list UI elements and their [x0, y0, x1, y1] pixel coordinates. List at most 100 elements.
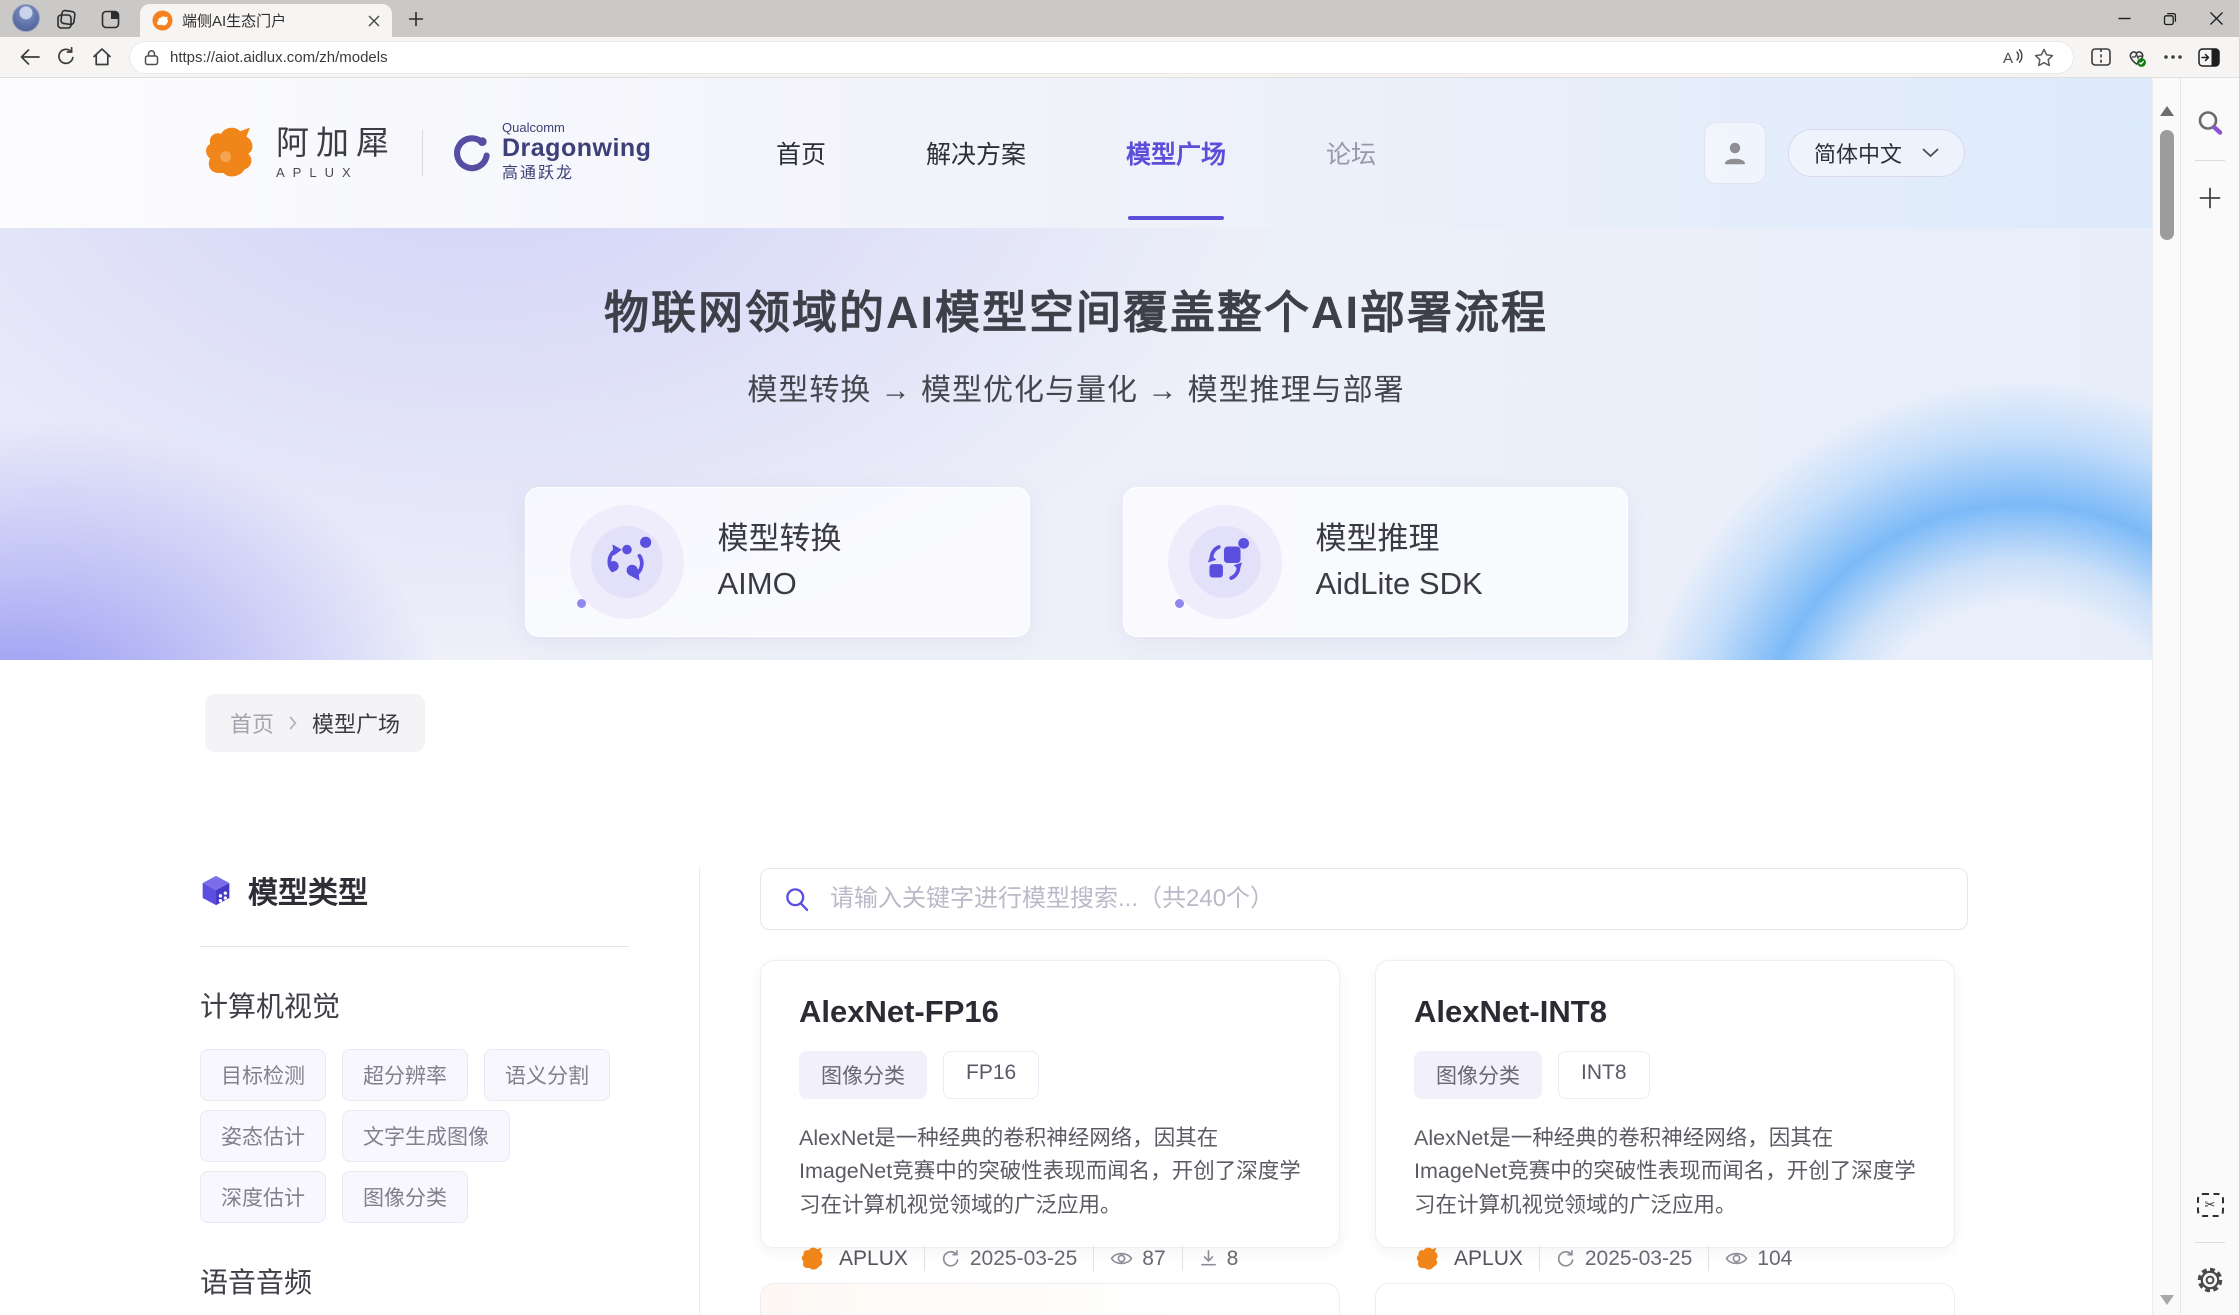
- filter-tag[interactable]: 图像分类: [342, 1171, 468, 1223]
- hero-card-model-inference[interactable]: 模型推理 AidLite SDK: [1123, 487, 1628, 637]
- model-views: 104: [1757, 1247, 1792, 1271]
- model-category-tag[interactable]: 图像分类: [1414, 1051, 1542, 1099]
- site-header: 阿加犀 APLUX Qualcomm Dragonwing: [0, 78, 2152, 228]
- read-aloud-icon[interactable]: A: [1999, 44, 2029, 70]
- settings-more-icon[interactable]: [2155, 41, 2191, 73]
- back-button[interactable]: [12, 41, 48, 73]
- dragonwing-logo[interactable]: Qualcomm Dragonwing 高通跃龙: [449, 121, 651, 185]
- refresh-button[interactable]: [48, 41, 84, 73]
- breadcrumb-chevron-icon: [289, 716, 297, 730]
- model-search-bar[interactable]: [760, 868, 1968, 930]
- views-icon: [1110, 1250, 1133, 1267]
- rail-settings-gear-icon[interactable]: [2191, 1261, 2229, 1299]
- sidebar-toggle-icon[interactable]: [2191, 41, 2227, 73]
- page-scrollbar[interactable]: [2152, 78, 2180, 1315]
- tab-actions-icon[interactable]: [98, 7, 122, 31]
- hero-card-model-conversion[interactable]: 模型转换 AIMO: [525, 487, 1030, 637]
- filter-tag[interactable]: 姿态估计: [200, 1110, 326, 1162]
- qualcomm-label: Qualcomm: [502, 121, 651, 134]
- sidebar-section-audio: 语音音频: [200, 1261, 629, 1301]
- model-format-tag[interactable]: FP16: [943, 1051, 1039, 1099]
- home-button[interactable]: [84, 41, 120, 73]
- publisher-name: APLUX: [1454, 1247, 1523, 1271]
- dragonwing-icon: [449, 132, 491, 174]
- main-nav: 首页 解决方案 模型广场 论坛: [776, 78, 1376, 228]
- rail-divider: [2195, 160, 2225, 161]
- nav-item-forum[interactable]: 论坛: [1326, 78, 1376, 228]
- filter-tag[interactable]: 文字生成图像: [342, 1110, 510, 1162]
- search-input[interactable]: [828, 884, 1944, 914]
- filter-sidebar: 模型类型 计算机视觉 目标检测 超分辨率 语义分割 姿态估计 文字生成图像 深度…: [200, 868, 700, 1315]
- filter-tag[interactable]: 深度估计: [200, 1171, 326, 1223]
- favorites-star-icon[interactable]: [2029, 44, 2059, 70]
- breadcrumb-home[interactable]: 首页: [230, 707, 274, 739]
- publisher-logo-icon: [799, 1246, 827, 1272]
- sidebar-section-cv: 计算机视觉: [200, 985, 629, 1025]
- bing-search-icon[interactable]: [2191, 104, 2229, 142]
- search-icon: [784, 886, 811, 913]
- new-tab-button[interactable]: [404, 7, 428, 31]
- nav-item-model-hub[interactable]: 模型广场: [1126, 78, 1226, 228]
- model-downloads: 8: [1227, 1247, 1239, 1271]
- url-text[interactable]: https://aiot.aidlux.com/zh/models: [170, 49, 388, 66]
- model-conversion-icon: [570, 505, 684, 619]
- dragonwing-label: Dragonwing: [502, 134, 651, 163]
- model-category-tag[interactable]: 图像分类: [799, 1051, 927, 1099]
- publisher-name: APLUX: [839, 1247, 908, 1271]
- model-card-alexnet-fp16[interactable]: AlexNet-FP16 图像分类 FP16 AlexNet是一种经典的卷积神经…: [760, 960, 1340, 1248]
- user-account-button[interactable]: [1704, 122, 1766, 184]
- model-format-tag[interactable]: INT8: [1558, 1051, 1650, 1099]
- rail-divider: [2195, 1242, 2225, 1243]
- window-close-button[interactable]: [2193, 0, 2239, 37]
- browser-window: 端侧AI生态门户: [0, 0, 2239, 1315]
- chevron-down-icon: [1922, 148, 1939, 158]
- address-bar[interactable]: https://aiot.aidlux.com/zh/models A: [130, 42, 2073, 73]
- downloads-icon: [1199, 1249, 1218, 1268]
- tab-close-icon[interactable]: [368, 15, 380, 27]
- brand-name-en: APLUX: [276, 166, 396, 179]
- filter-tag[interactable]: 语义分割: [484, 1049, 610, 1101]
- model-card-partial[interactable]: [1375, 1283, 1955, 1315]
- brand-name-cn: 阿加犀: [276, 126, 396, 159]
- nav-item-solutions[interactable]: 解决方案: [926, 78, 1026, 228]
- model-description: AlexNet是一种经典的卷积神经网络，因其在ImageNet竞赛中的突破性表现…: [1414, 1122, 1922, 1222]
- hero-banner: 物联网领域的AI模型空间覆盖整个AI部署流程 模型转换 → 模型优化与量化 → …: [0, 228, 2152, 660]
- model-description: AlexNet是一种经典的卷积神经网络，因其在ImageNet竞赛中的突破性表现…: [799, 1122, 1307, 1222]
- hero-card-name: AidLite SDK: [1316, 562, 1483, 607]
- aplux-rhino-icon: [200, 124, 262, 182]
- window-minimize-button[interactable]: [2101, 0, 2147, 37]
- scroll-up-arrow[interactable]: [2160, 106, 2174, 116]
- model-updated-date: 2025-03-25: [1585, 1247, 1692, 1271]
- model-updated-date: 2025-03-25: [970, 1247, 1077, 1271]
- scroll-thumb[interactable]: [2160, 130, 2174, 240]
- web-capture-icon[interactable]: ✂: [2191, 1186, 2229, 1224]
- language-selector[interactable]: 简体中文: [1788, 129, 1965, 177]
- model-name: AlexNet-INT8: [1414, 994, 1916, 1030]
- breadcrumb: 首页 模型广场: [205, 694, 425, 752]
- hero-card-name: AIMO: [718, 562, 842, 607]
- filter-tag[interactable]: 目标检测: [200, 1049, 326, 1101]
- profile-avatar[interactable]: [12, 4, 40, 32]
- browser-tab[interactable]: 端侧AI生态门户: [140, 4, 392, 37]
- web-page: 阿加犀 APLUX Qualcomm Dragonwing: [0, 78, 2152, 1315]
- model-list-area: AlexNet-FP16 图像分类 FP16 AlexNet是一种经典的卷积神经…: [760, 868, 1968, 1315]
- model-type-cube-icon: [200, 874, 232, 907]
- language-label: 简体中文: [1814, 137, 1902, 169]
- workspaces-icon[interactable]: [54, 7, 78, 31]
- rail-add-icon[interactable]: [2191, 179, 2229, 217]
- model-card-alexnet-int8[interactable]: AlexNet-INT8 图像分类 INT8 AlexNet是一种经典的卷积神经…: [1375, 960, 1955, 1248]
- updated-icon: [941, 1249, 961, 1269]
- model-inference-icon: [1168, 505, 1282, 619]
- aplux-logo[interactable]: 阿加犀 APLUX: [200, 124, 396, 182]
- edge-sidebar-rail: ✂: [2180, 78, 2239, 1315]
- window-restore-button[interactable]: [2147, 0, 2193, 37]
- breadcrumb-current: 模型广场: [312, 707, 400, 739]
- lock-icon[interactable]: [144, 49, 159, 66]
- sidebar-title: 模型类型: [248, 868, 368, 912]
- scroll-down-arrow[interactable]: [2160, 1295, 2174, 1305]
- browser-essentials-icon[interactable]: [2119, 41, 2155, 73]
- nav-item-home[interactable]: 首页: [776, 78, 826, 228]
- split-screen-icon[interactable]: [2083, 41, 2119, 73]
- filter-tag[interactable]: 超分辨率: [342, 1049, 468, 1101]
- model-card-partial[interactable]: [760, 1283, 1340, 1315]
